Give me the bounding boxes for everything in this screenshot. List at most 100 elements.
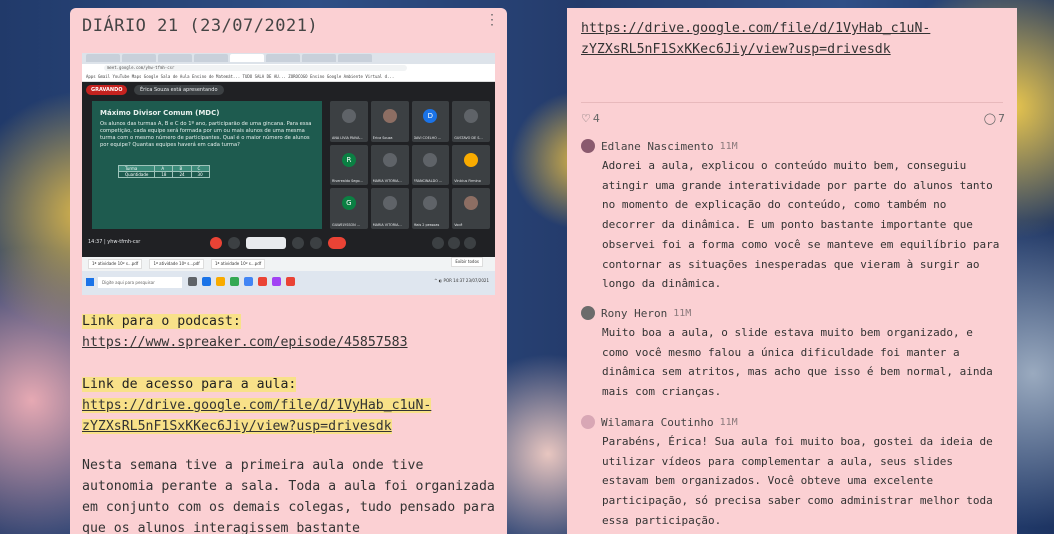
camera-icon bbox=[228, 237, 240, 249]
comment-time: 11M bbox=[673, 307, 692, 319]
participant-tiles: ANA LÍVIA PAIVA... Érica Souza D DAVI COELH… bbox=[330, 101, 490, 229]
downloads-show-all: Exibir todos bbox=[451, 257, 483, 267]
windows-taskbar: Digite aqui para pesquisar ^ ◐ POR 14:37… bbox=[82, 271, 495, 295]
kebab-menu-icon[interactable]: ⋮ bbox=[485, 12, 499, 28]
app-icon bbox=[286, 277, 295, 286]
download-item: 1ª atividade 10º s...pdf bbox=[149, 259, 204, 269]
participant-name: Mais 2 pessoas bbox=[413, 223, 440, 227]
participant-name: DAVI COELHO ... bbox=[413, 135, 442, 140]
participant-tile: R Riverealdo Sego... bbox=[330, 144, 368, 186]
browser-tab bbox=[266, 54, 300, 62]
system-tray: ^ ◐ POR 14:37 23/07/2021 bbox=[434, 278, 489, 283]
comment-text: Muito boa a aula, o slide estava muito b… bbox=[602, 326, 993, 399]
shared-link-line1[interactable]: https://drive.google.com/file/d/1VyHab_c… bbox=[581, 18, 1011, 39]
class-link-block: Link de acesso para a aula: https://driv… bbox=[82, 374, 432, 437]
participant-avatar: G bbox=[341, 196, 356, 211]
slide-table-cell: 30 bbox=[190, 171, 210, 178]
slide-table-cell: 18 bbox=[154, 171, 174, 178]
browser-tab bbox=[194, 54, 228, 62]
app-icon bbox=[272, 277, 281, 286]
chat-icon bbox=[464, 237, 476, 249]
participant-name: MARIA VITÓRIA... bbox=[372, 179, 402, 184]
presenting-banner: Érica Souza está apresentando bbox=[134, 85, 224, 95]
slide-table: Turma A B C Quantidade 18 24 30 bbox=[117, 165, 210, 178]
comment-bubble-icon: ◯ bbox=[983, 112, 996, 125]
word-icon bbox=[244, 277, 253, 286]
browser-tabs bbox=[82, 53, 495, 64]
browser-tab bbox=[86, 54, 120, 62]
comment: Edlane Nascimento 11M Adorei a aula, exp… bbox=[581, 139, 1001, 294]
avatar[interactable] bbox=[581, 139, 595, 153]
participant-tile: Mais 2 pessoas bbox=[411, 188, 450, 229]
participant-tile: MARIA VITÓRIA... bbox=[370, 144, 409, 186]
meeting-time: 14:37 | yhw-tfmh-csr bbox=[88, 239, 141, 245]
comment-author[interactable]: Edlane Nascimento bbox=[601, 140, 714, 153]
downloads-bar: 1ª atividade 10º s...pdf 1ª atividade 10… bbox=[82, 257, 495, 271]
participant-avatar bbox=[464, 196, 479, 211]
podcast-link-block: Link para o podcast: https://www.spreake… bbox=[82, 311, 408, 353]
comment-header: Wilamara Coutinho 11M bbox=[581, 415, 1001, 429]
podcast-label: Link para o podcast: bbox=[82, 314, 241, 329]
taskbar-search: Digite aqui para pesquisar bbox=[98, 277, 182, 288]
comment-author[interactable]: Rony Heron bbox=[601, 307, 667, 320]
avatar[interactable] bbox=[581, 415, 595, 429]
participant-avatar bbox=[382, 152, 397, 167]
participant-avatar bbox=[382, 109, 397, 123]
download-item: 1ª atividade 10º s...pdf bbox=[88, 259, 143, 269]
info-icon bbox=[432, 237, 444, 249]
podcast-link[interactable]: https://www.spreaker.com/episode/4585758… bbox=[82, 335, 408, 350]
hangup-icon bbox=[328, 237, 346, 249]
comments-button[interactable]: ◯ 7 bbox=[984, 112, 1005, 125]
comments-count: 7 bbox=[998, 112, 1005, 125]
participant-tile: MARIA VITÓRIA... bbox=[370, 188, 409, 229]
meet-controls-bar: 14:37 | yhw-tfmh-csr bbox=[82, 233, 495, 255]
shared-link-line2[interactable]: zYZXsRL5nF1SxKKec6Jiy/view?usp=drivesdk bbox=[581, 39, 1011, 60]
class-link-line2[interactable]: zYZXsRL5nF1SxKKec6Jiy/view?usp=drivesdk bbox=[82, 419, 392, 434]
download-item: 1ª atividade 10º s...pdf bbox=[210, 259, 266, 269]
slide-text: Os alunos das turmas A, B e C do 1º ano,… bbox=[100, 121, 312, 148]
browser-tab bbox=[122, 54, 156, 62]
participant-avatar bbox=[341, 109, 356, 123]
avatar[interactable] bbox=[581, 306, 595, 320]
slide-table-cell: 24 bbox=[172, 171, 192, 178]
comment-text: Adorei a aula, explicou o conteúdo muito… bbox=[602, 159, 1000, 291]
likes-count: 4 bbox=[592, 112, 600, 125]
participant-name: ANA LÍVIA PAIVA... bbox=[332, 135, 363, 140]
hand-icon bbox=[292, 237, 304, 249]
participant-tile: D DAVI COELHO ... bbox=[411, 101, 450, 142]
browser-url: meet.google.com/yhw-tfmh-csr bbox=[104, 65, 407, 71]
comment-header: Rony Heron 11M bbox=[581, 306, 1001, 320]
participant-avatar bbox=[382, 196, 397, 211]
participant-tile: Vinícius Firmino bbox=[452, 144, 490, 186]
divider bbox=[581, 102, 1003, 103]
browser-tab-active bbox=[230, 54, 264, 62]
shared-link[interactable]: https://drive.google.com/file/d/1VyHab_c… bbox=[581, 18, 1011, 60]
presentation-slide: Máximo Divisor Comum (MDC) Os alunos das… bbox=[92, 101, 322, 229]
participant-name: Vinícius Firmino bbox=[454, 179, 481, 184]
comment-author[interactable]: Wilamara Coutinho bbox=[601, 416, 714, 429]
participant-tile: FRANCINALDO ... bbox=[411, 144, 450, 186]
excel-icon bbox=[230, 277, 239, 286]
comment: Rony Heron 11M Muito boa a aula, o slide… bbox=[581, 306, 1001, 402]
edge-icon bbox=[202, 277, 211, 286]
taskbar-apps bbox=[188, 277, 295, 286]
people-icon bbox=[448, 237, 460, 249]
class-link-line1[interactable]: https://drive.google.com/file/d/1VyHab_c… bbox=[82, 398, 432, 413]
participant-name: Você bbox=[454, 223, 463, 227]
participant-avatar bbox=[464, 152, 479, 167]
meet-top-bar: GRAVANDO Érica Souza está apresentando bbox=[82, 83, 495, 97]
recording-badge: GRAVANDO bbox=[86, 85, 128, 95]
browser-tab bbox=[158, 54, 192, 62]
participant-name: MARIA VITÓRIA... bbox=[372, 223, 402, 227]
like-button[interactable]: ♡ 4 bbox=[581, 112, 600, 125]
heart-icon: ♡ bbox=[581, 112, 591, 125]
folder-icon bbox=[216, 277, 225, 286]
slide-title: Máximo Divisor Comum (MDC) bbox=[100, 109, 220, 117]
browser-tab bbox=[302, 54, 336, 62]
comment: Wilamara Coutinho 11M Parabéns, Érica! S… bbox=[581, 415, 1001, 531]
bookmarks-bar: Apps Gmail YouTube Maps Google Sala de A… bbox=[82, 73, 495, 82]
participant-tile: GUSTAVO DE S... bbox=[452, 101, 490, 142]
windows-start-icon bbox=[86, 278, 94, 286]
browser-tab bbox=[338, 54, 372, 62]
participant-avatar: D bbox=[423, 109, 438, 123]
